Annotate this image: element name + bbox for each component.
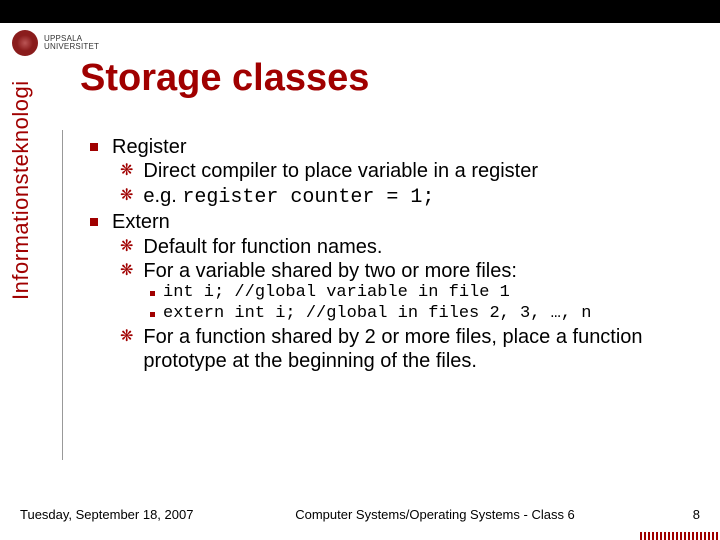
bullet-extern-label: Extern <box>112 210 170 234</box>
bullet-extern: Extern <box>90 210 700 234</box>
square-bullet-icon <box>90 143 98 151</box>
bullet-register-label: Register <box>112 135 186 159</box>
flower-bullet-icon: ❋ <box>120 237 133 259</box>
bullet-extern-sub2: ❋ For a variable shared by two or more f… <box>120 259 700 283</box>
university-name-line2: UNIVERSITET <box>44 43 99 51</box>
decorative-stripe <box>640 532 720 540</box>
bullet-register-sub2-code: register counter = 1; <box>182 186 434 209</box>
bullet-extern-sub1-text: Default for function names. <box>143 235 382 259</box>
code-line-1-text: int i; //global variable in file 1 <box>163 283 510 304</box>
sidebar-vertical-label: Informationsteknologi <box>8 80 34 300</box>
vertical-divider <box>62 130 63 460</box>
slide-title: Storage classes <box>0 57 720 100</box>
flower-bullet-icon: ❋ <box>120 186 133 210</box>
flower-bullet-icon: ❋ <box>120 161 133 183</box>
bullet-register: Register <box>90 135 700 159</box>
bullet-extern-sub1: ❋ Default for function names. <box>120 235 700 259</box>
footer-page-number: 8 <box>670 507 700 522</box>
uppsala-seal-icon <box>12 30 38 56</box>
code-line-2: extern int i; //global in files 2, 3, …,… <box>150 304 700 325</box>
slide-content: Register ❋ Direct compiler to place vari… <box>90 135 700 374</box>
footer-center: Computer Systems/Operating Systems - Cla… <box>200 507 670 522</box>
footer-date: Tuesday, September 18, 2007 <box>20 507 200 522</box>
small-square-bullet-icon <box>150 291 155 296</box>
bullet-register-sub1-text: Direct compiler to place variable in a r… <box>143 159 538 183</box>
slide-footer: Tuesday, September 18, 2007 Computer Sys… <box>20 507 700 522</box>
top-black-bar <box>0 0 720 23</box>
flower-bullet-icon: ❋ <box>120 261 133 283</box>
code-line-2-text: extern int i; //global in files 2, 3, …,… <box>163 304 591 325</box>
small-square-bullet-icon <box>150 312 155 317</box>
bullet-register-sub2-prefix: e.g. <box>143 185 182 207</box>
bullet-register-sub2: ❋ e.g. register counter = 1; <box>120 184 700 210</box>
code-line-1: int i; //global variable in file 1 <box>150 283 700 304</box>
bullet-extern-sub3: ❋ For a function shared by 2 or more fil… <box>120 325 700 374</box>
bullet-register-sub1: ❋ Direct compiler to place variable in a… <box>120 159 700 183</box>
bullet-register-sub2-text: e.g. register counter = 1; <box>143 184 434 210</box>
bullet-extern-sub2-text: For a variable shared by two or more fil… <box>143 259 517 283</box>
university-name: UPPSALA UNIVERSITET <box>44 35 99 51</box>
flower-bullet-icon: ❋ <box>120 327 133 374</box>
square-bullet-icon <box>90 218 98 226</box>
bullet-extern-sub3-text: For a function shared by 2 or more files… <box>143 325 700 374</box>
